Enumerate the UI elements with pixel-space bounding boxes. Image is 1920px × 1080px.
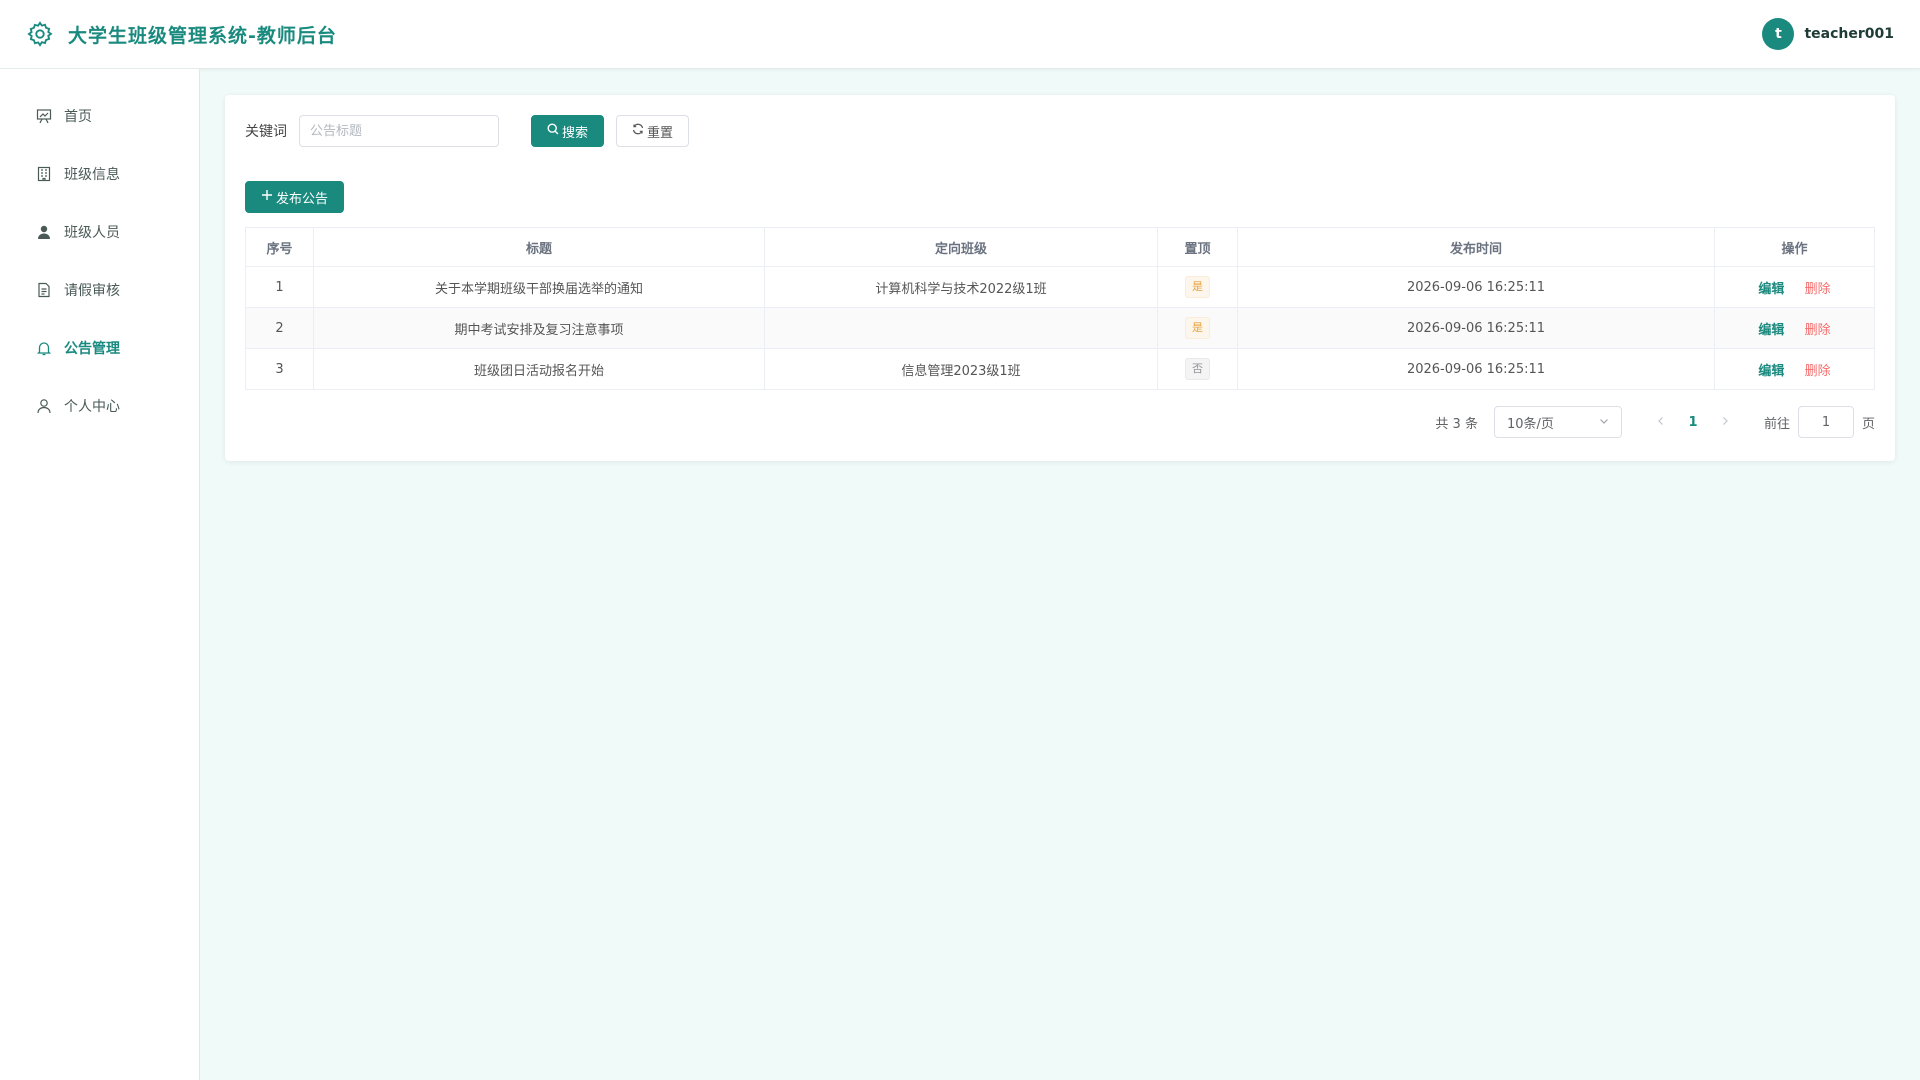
next-page-button[interactable] [1710,415,1740,430]
column-header: 标题 [313,227,765,267]
document-icon [36,282,52,298]
keyword-label: 关键词 [245,124,287,140]
user-menu[interactable]: t teacher001 [1762,18,1894,50]
delete-link[interactable]: 删除 [1805,323,1831,338]
refresh-icon [632,123,644,139]
presentation-icon [36,108,52,124]
pinned-badge: 是 [1185,317,1210,339]
table-row: 2 期中考试安排及复习注意事项 是 2026-09-06 16:25:11 编辑… [245,307,1875,349]
announcement-panel: 关键词 搜索 重置 发布公告 序号 标题 定向班级 置顶 发 [225,95,1895,461]
search-icon [547,123,559,139]
row-class [764,307,1158,349]
row-class: 信息管理2023级1班 [764,348,1158,390]
person-icon [36,398,52,414]
search-button[interactable]: 搜索 [531,115,605,147]
sidebar: 首页 班级信息 班级人员 请假审核 公告管理 个人中心 [0,69,200,1080]
jump-label: 前往 [1763,416,1790,432]
row-time: 2026-09-06 16:25:11 [1237,348,1715,390]
row-title: 班级团日活动报名开始 [313,348,765,390]
column-header: 操作 [1714,227,1875,267]
keyword-input[interactable] [299,115,499,147]
sidebar-item-class-members[interactable]: 班级人员 [0,203,199,261]
reset-button[interactable]: 重置 [616,115,690,147]
jump-page-input[interactable] [1797,406,1854,438]
table-header-row: 序号 标题 定向班级 置顶 发布时间 操作 [245,227,1875,267]
search-bar: 关键词 搜索 重置 [245,115,1875,147]
publish-button-label: 发布公告 [276,191,329,207]
row-title: 期中考试安排及复习注意事项 [313,307,765,349]
column-header: 序号 [245,227,314,267]
sidebar-item-label: 请假审核 [64,283,120,299]
table-row: 3 班级团日活动报名开始 信息管理2023级1班 否 2026-09-06 16… [245,348,1875,390]
gear-icon [26,20,54,48]
sidebar-item-label: 公告管理 [64,341,120,357]
username[interactable]: teacher001 [1804,26,1894,42]
delete-link[interactable]: 删除 [1805,282,1831,297]
sidebar-item-label: 班级信息 [64,167,120,183]
prev-page-button[interactable] [1646,415,1676,430]
top-header: 大学生班级管理系统-教师后台 t teacher001 [0,0,1920,69]
row-index: 1 [245,266,314,308]
row-title: 关于本学期班级干部换届选举的通知 [313,266,765,308]
search-button-label: 搜索 [562,125,589,141]
sidebar-item-label: 首页 [64,109,92,125]
avatar[interactable]: t [1762,18,1795,50]
sidebar-item-label: 个人中心 [64,399,120,415]
row-time: 2026-09-06 16:25:11 [1237,266,1715,308]
announcement-table: 序号 标题 定向班级 置顶 发布时间 操作 1 关于本学期班级干部换届选举的通知… [245,227,1875,390]
chevron-right-icon [1723,416,1728,425]
page-size-select[interactable]: 10条/页 [1493,406,1622,438]
column-header: 发布时间 [1237,227,1715,267]
page-size-value: 10条/页 [1506,416,1554,432]
column-header: 置顶 [1157,227,1238,267]
sidebar-item-leave-review[interactable]: 请假审核 [0,261,199,319]
building-icon [36,166,52,182]
row-index: 2 [245,307,314,349]
jump-suffix: 页 [1861,416,1875,432]
pinned-badge: 否 [1185,358,1210,380]
sidebar-item-label: 班级人员 [64,225,120,241]
table-row: 1 关于本学期班级干部换届选举的通知 计算机科学与技术2022级1班 是 202… [245,266,1875,308]
bell-icon [36,340,52,356]
plus-icon [261,189,273,205]
user-icon [36,224,52,240]
chevron-down-icon [1599,415,1609,430]
sidebar-item-home[interactable]: 首页 [0,87,199,145]
publish-announcement-button[interactable]: 发布公告 [245,181,345,213]
brand: 大学生班级管理系统-教师后台 [26,20,337,48]
edit-link[interactable]: 编辑 [1758,282,1784,297]
sidebar-item-class-info[interactable]: 班级信息 [0,145,199,203]
page-number-current[interactable]: 1 [1676,415,1710,430]
edit-link[interactable]: 编辑 [1758,364,1784,379]
reset-button-label: 重置 [647,125,674,141]
sidebar-item-profile[interactable]: 个人中心 [0,377,199,435]
pagination: 共 3 条 10条/页 1 前往 页 [245,406,1875,438]
sidebar-item-announcements[interactable]: 公告管理 [0,319,199,377]
pinned-badge: 是 [1185,276,1210,298]
total-count: 共 3 条 [1435,416,1478,432]
row-time: 2026-09-06 16:25:11 [1237,307,1715,349]
column-header: 定向班级 [764,227,1158,267]
delete-link[interactable]: 删除 [1805,364,1831,379]
row-class: 计算机科学与技术2022级1班 [764,266,1158,308]
edit-link[interactable]: 编辑 [1758,323,1784,338]
row-index: 3 [245,348,314,390]
app-title: 大学生班级管理系统-教师后台 [68,24,337,47]
chevron-left-icon [1658,416,1663,425]
